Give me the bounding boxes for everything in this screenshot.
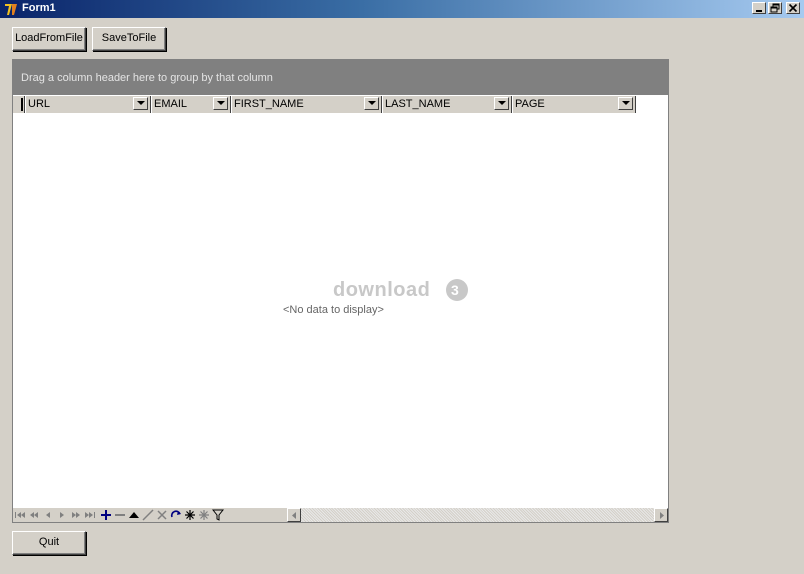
bookmark-button[interactable] — [183, 508, 197, 522]
close-icon — [788, 3, 798, 13]
refresh-button[interactable] — [169, 508, 183, 522]
insert-icon — [101, 510, 111, 520]
prev-page-icon — [30, 512, 38, 518]
delphi-app-icon — [3, 1, 19, 17]
restore-button[interactable] — [768, 2, 782, 14]
delete-record-button[interactable] — [113, 508, 127, 522]
last-icon — [85, 512, 95, 518]
column-filter-dropdown[interactable] — [133, 97, 148, 110]
column-filter-dropdown[interactable] — [213, 97, 228, 110]
cancel-edit-button[interactable] — [155, 508, 169, 522]
save-to-file-button[interactable]: SaveToFile — [92, 27, 166, 51]
column-header-row: URL EMAIL FIRST_NAME LAST_NAME PAGE — [13, 96, 636, 113]
last-record-button[interactable] — [83, 508, 97, 522]
edit-record-button[interactable] — [127, 508, 141, 522]
download-watermark: download 3 — [333, 276, 473, 304]
first-record-button[interactable] — [13, 508, 27, 522]
prev-icon — [46, 512, 50, 518]
dropdown-arrow-icon — [368, 101, 376, 105]
column-filter-dropdown[interactable] — [364, 97, 379, 110]
dropdown-arrow-icon — [137, 101, 145, 105]
horizontal-scrollbar[interactable] — [287, 508, 668, 522]
filter-button[interactable] — [211, 508, 225, 522]
column-header-url[interactable]: URL — [25, 96, 151, 113]
minimize-icon — [756, 10, 762, 12]
column-label: PAGE — [515, 98, 545, 110]
column-label: EMAIL — [154, 98, 188, 110]
column-header-page[interactable]: PAGE — [512, 96, 636, 113]
post-icon — [142, 509, 154, 521]
scroll-left-button[interactable] — [287, 508, 301, 522]
bookmark-icon — [185, 510, 195, 520]
goto-bookmark-icon — [199, 510, 209, 520]
next-page-icon — [72, 512, 80, 518]
svg-text:3: 3 — [451, 282, 459, 298]
column-label: URL — [28, 98, 51, 110]
column-header-email[interactable]: EMAIL — [151, 96, 231, 113]
arrow-left-icon — [292, 512, 296, 519]
next-record-button[interactable] — [55, 508, 69, 522]
group-by-hint: Drag a column header here to group by th… — [21, 72, 273, 84]
edit-icon — [129, 512, 139, 518]
post-record-button[interactable] — [141, 508, 155, 522]
insert-record-button[interactable] — [99, 508, 113, 522]
grid-navigator — [13, 508, 668, 522]
prev-record-button[interactable] — [41, 508, 55, 522]
delete-icon — [115, 514, 125, 516]
cancel-icon — [157, 510, 167, 520]
refresh-icon — [170, 510, 181, 518]
dropdown-arrow-icon — [622, 101, 630, 105]
row-indicator — [13, 96, 25, 113]
prev-page-button[interactable] — [27, 508, 41, 522]
column-label: LAST_NAME — [385, 98, 451, 110]
next-page-button[interactable] — [69, 508, 83, 522]
restore-icon — [770, 3, 780, 13]
title-bar: Form1 — [0, 0, 804, 18]
dropdown-arrow-icon — [217, 101, 225, 105]
column-header-last-name[interactable]: LAST_NAME — [382, 96, 512, 113]
goto-bookmark-button[interactable] — [197, 508, 211, 522]
column-header-first-name[interactable]: FIRST_NAME — [231, 96, 382, 113]
empty-grid-message: <No data to display> — [283, 304, 384, 316]
load-from-file-button[interactable]: LoadFromFile — [12, 27, 86, 51]
scroll-right-button[interactable] — [654, 508, 668, 522]
window-title: Form1 — [22, 2, 56, 14]
column-filter-dropdown[interactable] — [618, 97, 633, 110]
column-filter-dropdown[interactable] — [494, 97, 509, 110]
first-icon — [15, 512, 25, 518]
next-icon — [60, 512, 64, 518]
arrow-right-icon — [660, 512, 664, 519]
data-grid[interactable]: Drag a column header here to group by th… — [12, 59, 669, 523]
dropdown-arrow-icon — [498, 101, 506, 105]
column-label: FIRST_NAME — [234, 98, 304, 110]
filter-icon — [212, 509, 224, 521]
watermark-text: download — [333, 279, 431, 301]
quit-button[interactable]: Quit — [12, 531, 86, 555]
download-3k-logo-icon: 3 — [446, 279, 468, 301]
group-by-panel[interactable]: Drag a column header here to group by th… — [13, 60, 668, 95]
minimize-button[interactable] — [752, 2, 766, 14]
close-button[interactable] — [786, 2, 800, 14]
